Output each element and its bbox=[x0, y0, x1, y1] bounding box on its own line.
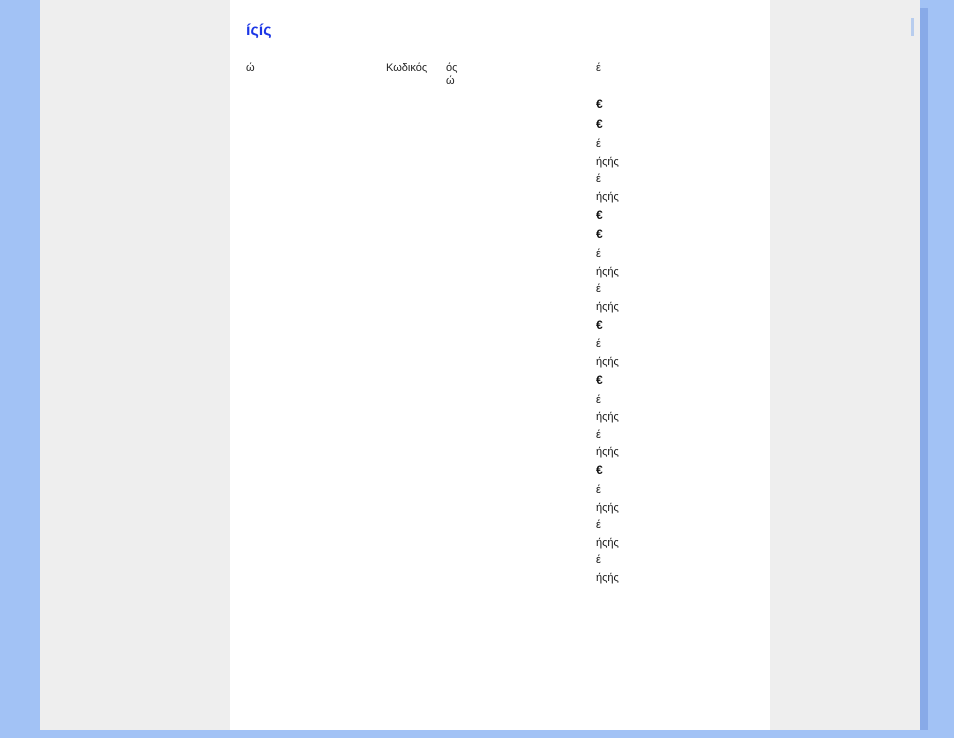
entry-line: ήςής bbox=[596, 156, 754, 169]
header-col-3: ός ώ bbox=[446, 62, 596, 88]
entry-line: € bbox=[596, 209, 754, 223]
entry-line: ήςής bbox=[596, 572, 754, 585]
entry-line: ήςής bbox=[596, 301, 754, 314]
entry-line: έ bbox=[596, 283, 754, 296]
entry-line: έ bbox=[596, 248, 754, 261]
entry-line: € bbox=[596, 98, 754, 112]
page-container: íςíς ώ Κωδικός ός ώ έ € € έ ήςής έ ήςής € € έ ήςή… bbox=[40, 0, 920, 730]
entry-line: έ bbox=[596, 173, 754, 186]
entry-line: ήςής bbox=[596, 502, 754, 515]
header-col-3-line-1: ός bbox=[446, 62, 596, 75]
header-col-4: έ bbox=[596, 62, 754, 88]
entry-line: έ bbox=[596, 554, 754, 567]
entry-line: έ bbox=[596, 484, 754, 497]
header-col-1: ώ bbox=[246, 62, 386, 88]
entry-line: € bbox=[596, 464, 754, 478]
header-col-2: Κωδικός bbox=[386, 62, 446, 88]
section-heading: íςíς bbox=[246, 22, 754, 40]
entry-line: ήςής bbox=[596, 537, 754, 550]
entry-line: € bbox=[596, 118, 754, 132]
entry-line: ήςής bbox=[596, 411, 754, 424]
entry-line: έ bbox=[596, 338, 754, 351]
entry-line: έ bbox=[596, 138, 754, 151]
entry-line: ήςής bbox=[596, 446, 754, 459]
table-header-row: ώ Κωδικός ός ώ έ bbox=[246, 62, 754, 88]
header-col-3-line-2: ώ bbox=[446, 75, 596, 88]
entry-line: € bbox=[596, 374, 754, 388]
right-margin bbox=[770, 0, 920, 730]
entries-list: € € έ ήςής έ ήςής € € έ ήςής έ ήςής € έ ήςής € έ ήςής έ ήςή… bbox=[596, 98, 754, 584]
entry-line: έ bbox=[596, 429, 754, 442]
entry-line: ήςής bbox=[596, 356, 754, 369]
entry-line: έ bbox=[596, 519, 754, 532]
entry-line: ήςής bbox=[596, 266, 754, 279]
entry-line: ήςής bbox=[596, 191, 754, 204]
entry-line: έ bbox=[596, 394, 754, 407]
document-body: íςíς ώ Κωδικός ός ώ έ € € έ ήςής έ ήςής € € έ ήςή… bbox=[230, 0, 770, 730]
left-margin bbox=[40, 0, 230, 730]
entry-line: € bbox=[596, 228, 754, 242]
entry-line: € bbox=[596, 319, 754, 333]
